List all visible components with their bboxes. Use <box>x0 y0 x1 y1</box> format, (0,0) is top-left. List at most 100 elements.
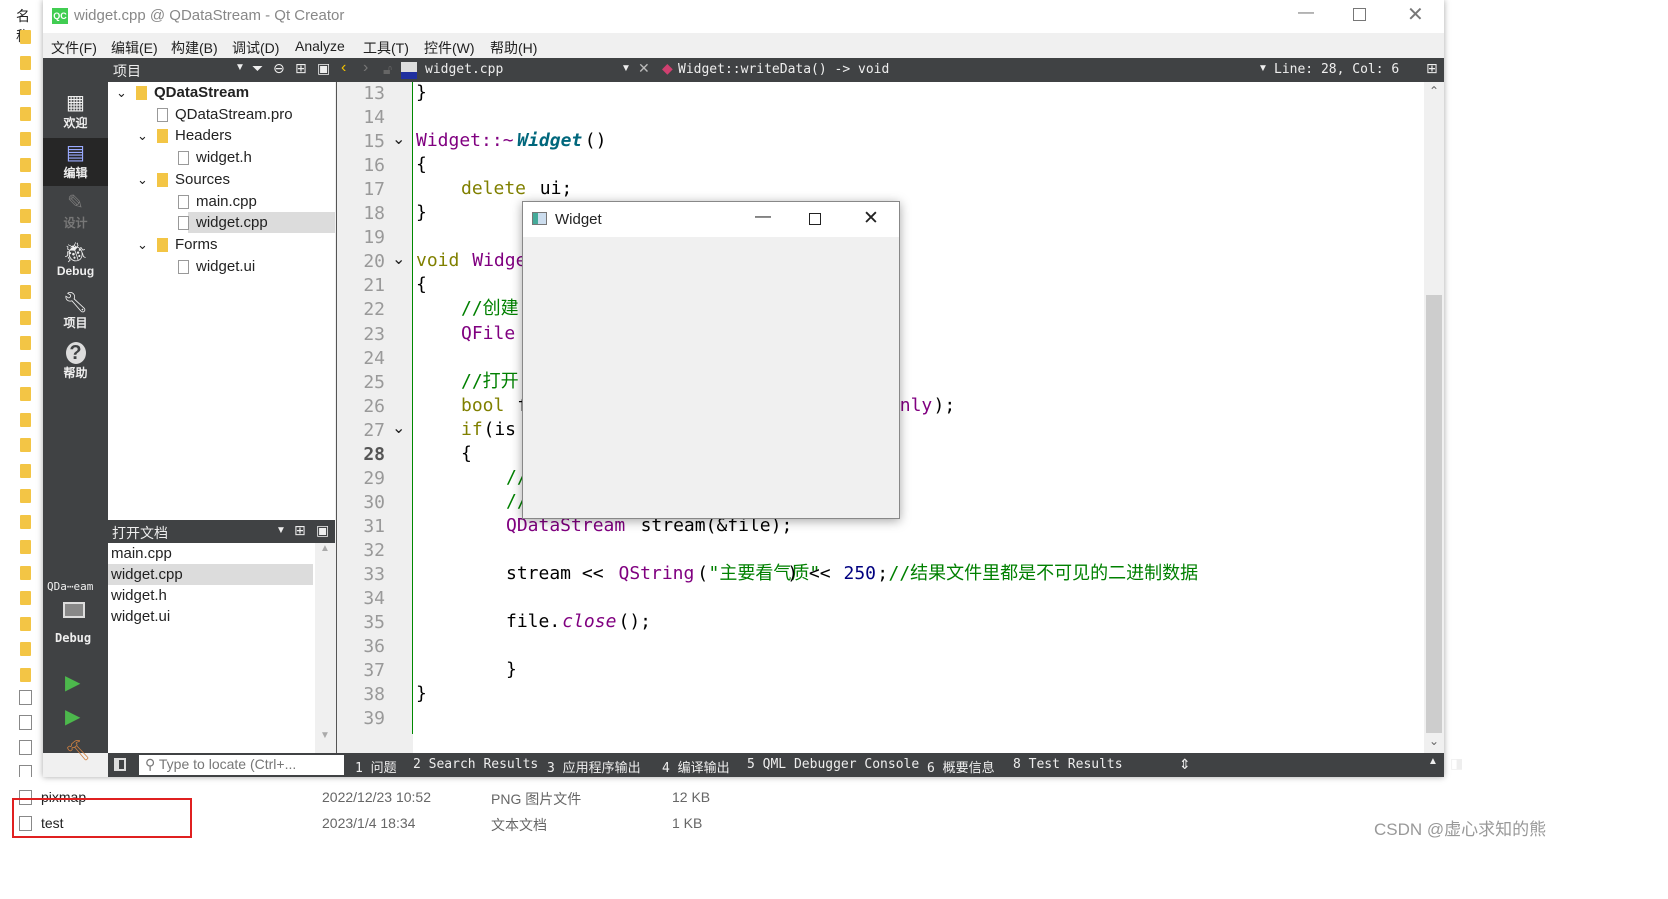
toggle-right-pane-icon[interactable]: ◨ <box>1450 755 1463 772</box>
split-icon[interactable]: ⊞ <box>294 522 306 539</box>
maximize-output-icon[interactable]: ▲ <box>1428 756 1438 767</box>
chevron-down-icon[interactable]: ⌄ <box>137 125 148 146</box>
minimize-button[interactable]: — <box>1298 4 1314 22</box>
debug-run-icon[interactable]: ▶ <box>65 704 80 729</box>
locator-input[interactable]: ⚲ Type to locate (Ctrl+... <box>139 755 344 775</box>
folder-icon <box>20 361 31 376</box>
minimize-button[interactable]: — <box>755 208 771 226</box>
output-tab[interactable]: 2 Search Results <box>413 757 538 772</box>
menu-item[interactable]: 帮助(H) <box>490 38 537 58</box>
mode-edit[interactable]: ▤ 编辑 <box>43 138 108 186</box>
code-line[interactable]: } <box>416 81 1416 105</box>
line-number: 27 <box>363 419 385 441</box>
file-icon <box>178 151 189 166</box>
folder-icon <box>20 489 31 503</box>
code-line[interactable]: stream << QString("主要看气质") << 250;//结果文件… <box>416 562 1416 586</box>
code-token: { <box>416 154 427 176</box>
filter-icon[interactable]: ⏷ <box>252 60 263 77</box>
output-tab[interactable]: 3 应用程序输出 <box>547 757 641 776</box>
code-token: stream << <box>506 563 615 584</box>
mode-help[interactable]: ? 帮助 <box>43 338 108 386</box>
current-file-selector[interactable]: widget.cpp <box>425 62 503 77</box>
scroll-thumb[interactable] <box>1426 295 1442 733</box>
maximize-button[interactable] <box>809 213 821 225</box>
menu-item[interactable]: 文件(F) <box>51 38 97 58</box>
menu-item[interactable]: 编辑(E) <box>111 38 158 58</box>
build-icon[interactable]: 🔨︎ <box>65 738 90 763</box>
output-tab[interactable]: 1 问题 <box>355 757 397 776</box>
fold-chevron-icon[interactable]: ⌄ <box>392 249 405 269</box>
vertical-scrollbar[interactable]: ⌃ ⌄ <box>1424 82 1444 753</box>
close-pane-icon[interactable]: ▣ <box>317 60 330 77</box>
close-document-icon[interactable]: ✕ <box>638 60 650 77</box>
maximize-button[interactable] <box>1353 8 1366 21</box>
menu-item[interactable]: 调试(D) <box>232 38 279 58</box>
code-line[interactable]: } <box>416 658 1416 682</box>
symbol-selector[interactable]: Widget::writeData() -> void <box>678 62 889 77</box>
close-button[interactable]: ✕ <box>1407 2 1424 27</box>
open-document-item[interactable]: widget.h <box>108 585 313 606</box>
monitor-icon[interactable] <box>63 602 85 618</box>
close-button[interactable]: ✕ <box>863 207 879 230</box>
widget-app-window: Widget — ✕ <box>522 201 900 519</box>
code-token: void <box>416 250 460 272</box>
file-icon <box>157 107 168 122</box>
chevron-down-icon[interactable]: ⌄ <box>137 234 148 255</box>
cursor-position[interactable]: Line: 28, Col: 6 <box>1274 62 1399 77</box>
mode-bug[interactable]: 🐞︎ Debug <box>43 238 108 286</box>
pane-selector[interactable]: 项目 <box>113 61 141 81</box>
chevron-down-icon[interactable]: ▼ <box>276 525 286 536</box>
code-line[interactable]: { <box>416 153 1416 177</box>
code-line[interactable] <box>416 634 1416 658</box>
code-token: } <box>506 659 517 681</box>
mode-pencil[interactable]: ✎ 设计 <box>43 188 108 236</box>
output-tab[interactable]: 6 概要信息 <box>927 757 995 776</box>
code-line[interactable]: Widget::~ Widget() <box>416 129 1416 153</box>
open-documents-list: ▲ ▼ main.cpp widget.cpp widget.h widget.ui <box>108 543 335 753</box>
link-icon[interactable]: ⊖ <box>273 60 285 77</box>
back-icon[interactable]: ‹ <box>341 59 346 77</box>
scrollbar[interactable]: ▲ ▼ <box>315 543 335 753</box>
chevron-down-icon[interactable]: ▼ <box>235 62 245 73</box>
menu-item[interactable]: Analyze <box>295 38 345 54</box>
kit-project[interactable]: QDa⋯eam <box>47 580 93 593</box>
code-line[interactable]: delete ui; <box>416 177 1416 201</box>
run-icon[interactable]: ▶ <box>65 670 80 695</box>
file-date: 2023/1/4 18:34 <box>322 815 416 831</box>
output-tab[interactable]: 4 编译输出 <box>662 757 730 776</box>
code-line[interactable] <box>416 538 1416 562</box>
fold-chevron-icon[interactable]: ⌄ <box>392 418 405 438</box>
open-document-item[interactable]: widget.ui <box>108 606 313 627</box>
chevron-down-icon[interactable]: ⌄ <box>116 82 127 103</box>
code-line[interactable] <box>416 706 1416 730</box>
chevron-down-icon[interactable]: ▼ <box>621 63 631 74</box>
toggle-sidebar-icon[interactable] <box>114 758 126 771</box>
code-line[interactable]: file. close (); <box>416 610 1416 634</box>
forward-icon[interactable]: › <box>363 59 368 77</box>
split-icon[interactable]: ⊞ <box>1426 60 1438 77</box>
chevron-down-icon[interactable]: ▼ <box>1258 63 1268 74</box>
code-line[interactable] <box>416 586 1416 610</box>
output-tab[interactable]: 5 QML Debugger Console <box>747 757 919 772</box>
menu-item[interactable]: 控件(W) <box>424 38 475 58</box>
code-line[interactable]: } <box>416 682 1416 706</box>
menu-item[interactable]: 工具(T) <box>363 38 409 58</box>
more-tabs-icon[interactable]: ⇕ <box>1179 756 1191 773</box>
chevron-down-icon[interactable]: ⌄ <box>137 169 148 190</box>
tree-item-label: QDataStream <box>154 84 250 101</box>
open-document-item[interactable]: main.cpp <box>108 543 313 564</box>
mode-wrench[interactable]: 🔧︎ 项目 <box>43 288 108 336</box>
fold-chevron-icon[interactable]: ⌄ <box>392 129 405 149</box>
code-line[interactable] <box>416 105 1416 129</box>
split-icon[interactable]: ⊞ <box>295 60 307 77</box>
folder-icon <box>20 591 31 605</box>
output-tab[interactable]: 8 Test Results <box>1013 757 1123 772</box>
folder-icon <box>157 237 168 252</box>
output-pane-bar: ⚲ Type to locate (Ctrl+... 1 问题 2 Search … <box>108 753 1463 777</box>
open-document-item[interactable]: widget.cpp <box>108 564 313 585</box>
open-documents-header: 打开文档 ▼ ⊞ ▣ <box>108 520 335 543</box>
close-pane-icon[interactable]: ▣ <box>316 522 329 539</box>
folder-icon <box>20 81 31 95</box>
mode-grid[interactable]: ▦ 欢迎 <box>43 88 108 136</box>
menu-item[interactable]: 构建(B) <box>171 38 218 58</box>
